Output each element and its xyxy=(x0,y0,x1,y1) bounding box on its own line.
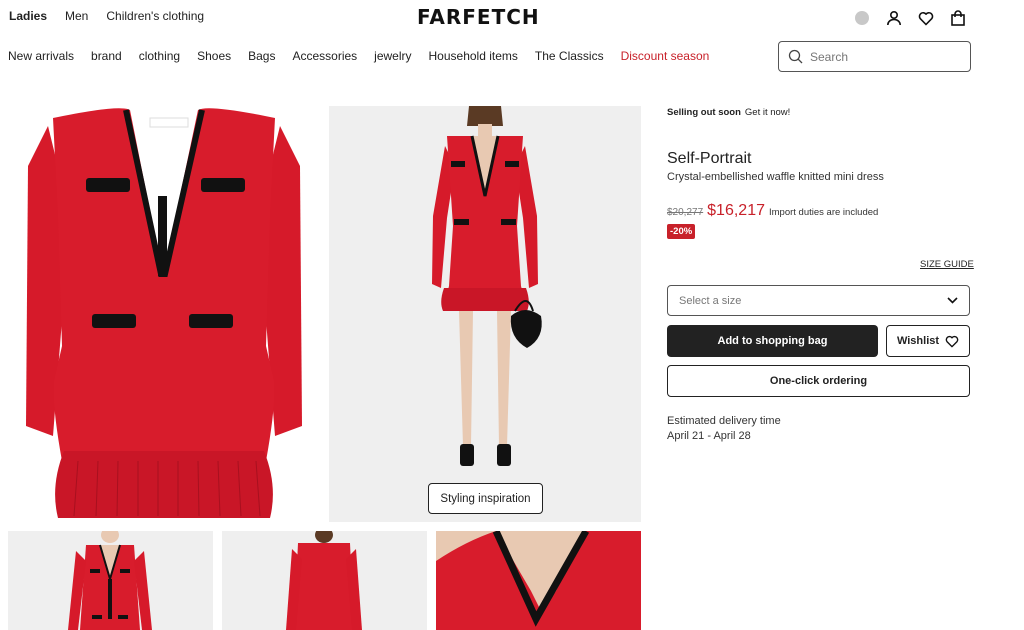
styling-inspiration-button[interactable]: Styling inspiration xyxy=(428,483,543,514)
product-image-main[interactable] xyxy=(8,106,320,522)
delivery-label: Estimated delivery time xyxy=(667,415,781,427)
size-guide-link[interactable]: SIZE GUIDE xyxy=(920,259,974,270)
discount-badge: -20% xyxy=(667,224,696,239)
wishlist-button[interactable]: Wishlist xyxy=(886,325,970,357)
search-box[interactable] xyxy=(778,41,971,72)
add-to-bag-button[interactable]: Add to shopping bag xyxy=(667,325,878,357)
sale-price: $16,217 xyxy=(707,202,765,219)
account-icon[interactable] xyxy=(884,8,904,28)
price-block: $20,277 $16,217 Import duties are includ… xyxy=(667,202,878,220)
nav-new-arrivals[interactable]: New arrivals xyxy=(8,49,74,63)
size-select[interactable]: Select a size xyxy=(667,285,970,316)
nav-discount-season[interactable]: Discount season xyxy=(621,49,710,63)
urgency-banner: Selling out soon Get it now! xyxy=(667,107,790,118)
nav-household-items[interactable]: Household items xyxy=(429,49,518,63)
delivery-info: Estimated delivery time April 21 - April… xyxy=(667,414,781,444)
nav-brand[interactable]: brand xyxy=(91,49,122,63)
tab-ladies[interactable]: Ladies xyxy=(9,9,47,23)
urgency-text: Get it now! xyxy=(744,107,791,118)
nav-clothing[interactable]: clothing xyxy=(139,49,180,63)
tab-childrens-clothing[interactable]: Children's clothing xyxy=(106,9,204,23)
product-name: Crystal-embellished waffle knitted mini … xyxy=(667,171,884,183)
nav-jewelry[interactable]: jewelry xyxy=(374,49,411,63)
chevron-down-icon xyxy=(947,297,958,304)
thumbnail-back[interactable] xyxy=(222,531,427,630)
original-price: $20,277 xyxy=(667,207,704,218)
size-select-placeholder: Select a size xyxy=(679,294,742,307)
logo[interactable]: FARFETCH xyxy=(417,5,540,29)
header-icons xyxy=(852,8,968,28)
shopping-bag-icon[interactable] xyxy=(948,8,968,28)
thumbnail-front[interactable] xyxy=(8,531,213,630)
heart-icon xyxy=(945,335,959,347)
nav-shoes[interactable]: Shoes xyxy=(197,49,231,63)
product-brand[interactable]: Self-Portrait xyxy=(667,150,751,168)
region-indicator-icon[interactable] xyxy=(852,8,872,28)
one-click-ordering-button[interactable]: One-click ordering xyxy=(667,365,970,397)
product-image-model[interactable] xyxy=(329,100,641,522)
search-icon xyxy=(788,49,803,64)
gender-nav: Ladies Men Children's clothing xyxy=(9,9,204,23)
thumbnail-detail[interactable] xyxy=(436,531,641,630)
delivery-dates: April 21 - April 28 xyxy=(667,430,751,442)
nav-accessories[interactable]: Accessories xyxy=(292,49,357,63)
nav-bags[interactable]: Bags xyxy=(248,49,275,63)
urgency-label: Selling out soon xyxy=(667,107,741,118)
top-bar: Ladies Men Children's clothing FARFETCH xyxy=(0,0,1024,36)
category-nav: New arrivals brand clothing Shoes Bags A… xyxy=(8,49,726,63)
duties-note: Import duties are included xyxy=(769,207,879,218)
wishlist-heart-icon[interactable] xyxy=(916,8,936,28)
wishlist-label: Wishlist xyxy=(896,335,940,347)
tab-men[interactable]: Men xyxy=(65,9,88,23)
search-input[interactable] xyxy=(810,49,960,64)
nav-the-classics[interactable]: The Classics xyxy=(535,49,604,63)
